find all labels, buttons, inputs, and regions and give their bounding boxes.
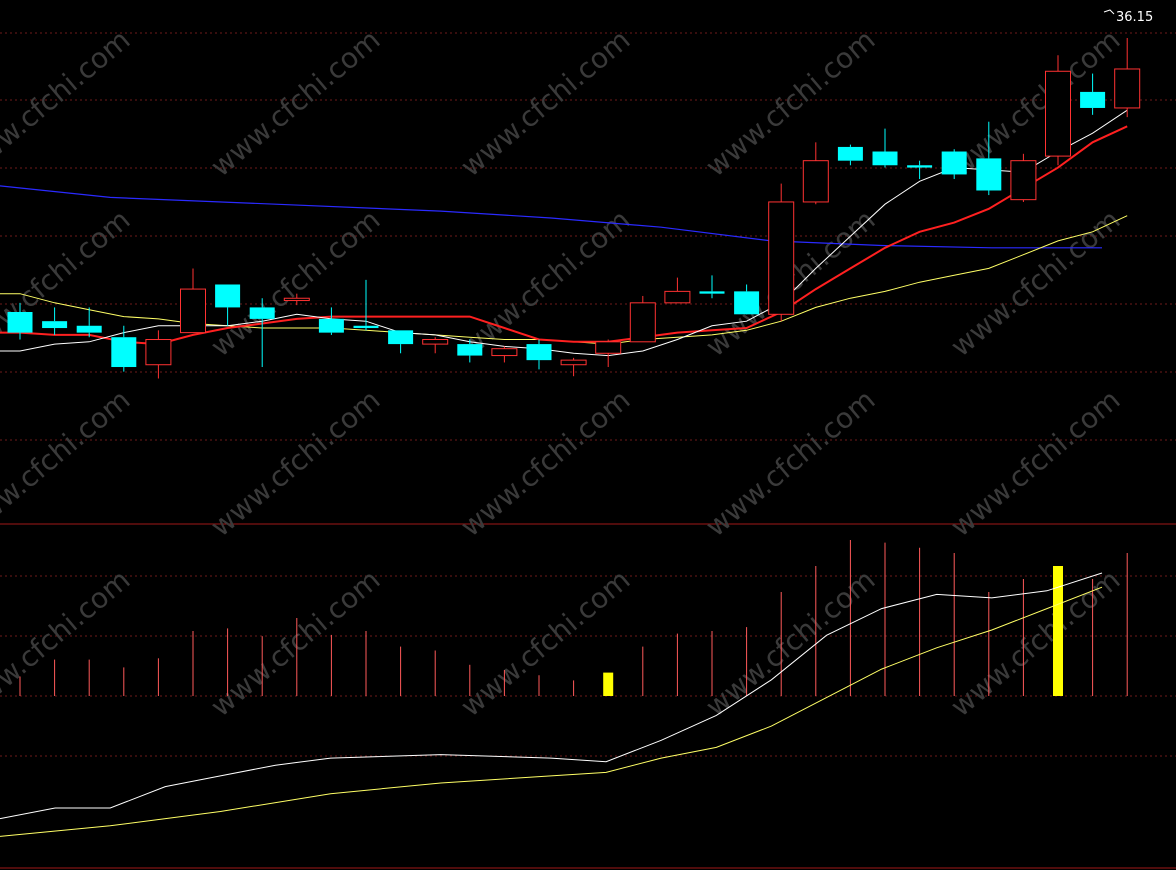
candle-body: [422, 339, 449, 345]
watermark-text: www.cfchi.com: [204, 23, 386, 183]
watermark-text: www.cfchi.com: [204, 383, 386, 543]
watermark-text: www.cfchi.com: [944, 203, 1126, 363]
watermark-text: www.cfchi.com: [0, 23, 136, 183]
candle-body: [699, 291, 725, 294]
candle-down: [837, 144, 863, 166]
candle-body: [1045, 70, 1071, 157]
candle-body: [7, 312, 33, 333]
watermark-text: www.cfchi.com: [699, 563, 881, 723]
candle-up: [768, 183, 795, 322]
watermark-text: www.cfchi.com: [204, 563, 386, 723]
candle-down: [388, 330, 414, 354]
candle-body: [1010, 160, 1037, 201]
candle-down: [872, 128, 898, 168]
candle-down: [353, 279, 379, 331]
candle-up: [595, 339, 622, 368]
volume-average-lines: [0, 572, 1103, 837]
candle-body: [215, 284, 241, 308]
watermark-layer: www.cfchi.com www.cfchi.com www.cfchi.com w…: [0, 23, 1126, 723]
watermark-text: www.cfchi.com: [0, 383, 136, 543]
candle-body: [526, 344, 552, 361]
candle-body: [595, 341, 622, 354]
candle-body: [76, 325, 102, 333]
candle-body: [976, 158, 1002, 191]
watermark-text: www.cfchi.com: [699, 383, 881, 543]
candle-body: [907, 165, 933, 168]
candle-body: [111, 337, 137, 368]
candle-body: [560, 359, 587, 366]
candle-body: [457, 344, 483, 356]
stock-chart: www.cfchi.com www.cfchi.com www.cfchi.com w…: [0, 0, 1176, 870]
candle-down: [734, 284, 760, 315]
watermark-text: www.cfchi.com: [204, 203, 386, 363]
candle-body: [872, 151, 898, 166]
candle-down: [318, 307, 344, 335]
volume-bar-highlight: [603, 672, 614, 696]
watermark-text: www.cfchi.com: [454, 563, 636, 723]
candle-up: [491, 346, 518, 363]
candle-body: [837, 146, 863, 161]
candle-up: [802, 142, 829, 205]
candle-body: [629, 302, 656, 343]
chart-labels: 36.15: [1103, 9, 1153, 25]
candle-down: [907, 160, 933, 180]
candle-up: [1045, 55, 1071, 166]
candle-body: [283, 297, 310, 302]
watermark-text: www.cfchi.com: [454, 383, 636, 543]
candle-body: [318, 318, 344, 333]
candle-up: [560, 357, 587, 377]
candle-up: [145, 330, 172, 379]
candle-down: [42, 307, 68, 335]
candle-body: [1114, 68, 1141, 109]
candle-up: [664, 277, 691, 304]
candle-body: [180, 288, 206, 334]
watermark-text: www.cfchi.com: [454, 23, 636, 183]
candle-body: [941, 151, 967, 175]
high-marker: [1103, 9, 1115, 15]
grid-lines: [0, 32, 1176, 869]
candle-up: [1010, 153, 1037, 202]
candle-body: [802, 160, 829, 203]
candle-body: [42, 321, 68, 329]
candle-up: [180, 268, 206, 334]
candle-body: [353, 325, 379, 329]
candle-down: [526, 339, 552, 370]
candle-body: [768, 201, 795, 315]
watermark-text: www.cfchi.com: [944, 563, 1126, 723]
candle-body: [491, 348, 518, 357]
candle-up: [629, 295, 656, 343]
candle-body: [734, 291, 760, 315]
candle-down: [699, 275, 725, 299]
volume-bar-highlight: [1053, 566, 1063, 696]
candle-up: [422, 337, 449, 354]
candle-down: [111, 325, 137, 372]
watermark-text: www.cfchi.com: [0, 563, 136, 723]
candle-body: [388, 330, 414, 345]
candle-body: [145, 339, 172, 366]
high-price-label: 36.15: [1116, 10, 1153, 25]
candle-body: [249, 307, 275, 319]
ma-long-line: [0, 185, 1102, 249]
candle-body: [1080, 91, 1106, 108]
watermark-text: www.cfchi.com: [944, 383, 1126, 543]
candle-body: [664, 290, 691, 304]
